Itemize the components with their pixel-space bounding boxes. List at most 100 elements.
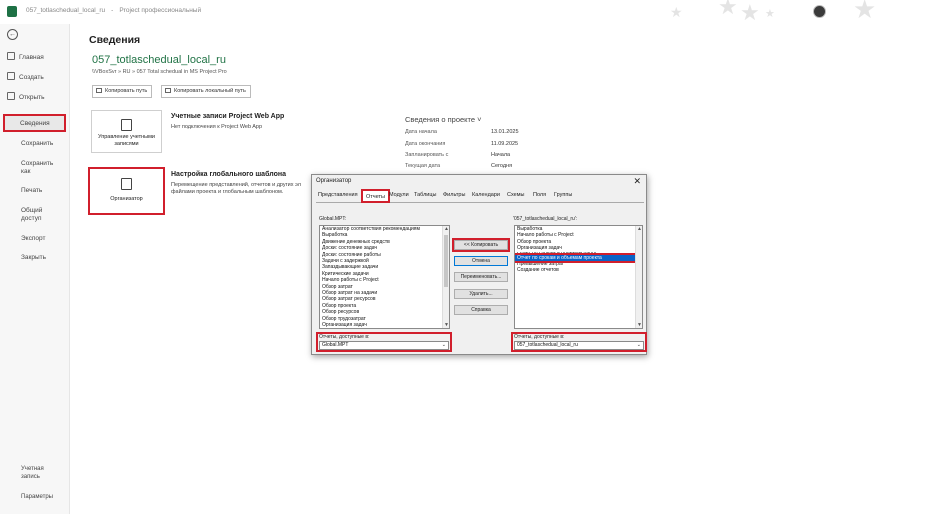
sidebar-item-close[interactable]: Закрыть (21, 254, 46, 262)
project-info-title[interactable]: Сведения о проекте ˅ (405, 115, 482, 124)
organizer-label: Организатор (110, 196, 143, 202)
template-text: файлами проекта и глобальным шаблоном. (171, 189, 284, 195)
right-reports-list[interactable]: Выработка Начало работы с Project Обзор … (514, 225, 643, 329)
copy-button[interactable]: << Копировать (454, 240, 508, 250)
sidebar-item-label: Сохранить как (21, 160, 54, 175)
prop-value[interactable]: Начала (491, 152, 510, 158)
tab-views[interactable]: Представления (318, 192, 358, 198)
manage-accounts-label: Управление учетными записями (98, 134, 155, 147)
copy-icon (96, 88, 102, 93)
manage-accounts-tile[interactable]: Управление учетными записями (91, 110, 162, 153)
scroll-down-icon[interactable]: ▼ (444, 322, 449, 328)
dialog-tabs: Представления Отчеты Модули Таблицы Филь… (316, 189, 644, 203)
title-bar: 057_totlaschedual_local_ru - Project профе… (0, 0, 950, 25)
copy-path-button[interactable]: Копировать путь (92, 85, 153, 98)
prop-label: Запланировать с (405, 152, 449, 158)
template-title: Настройка глобального шаблона (171, 171, 286, 178)
sidebar-item-open[interactable]: Открыть (7, 92, 45, 102)
right-available-select[interactable]: 057_totlaschedual_local_ru ⌄ (514, 341, 644, 350)
decorative-stars: ★ ★ ★ ★ ★ ★ (640, 0, 890, 25)
sidebar-item-label: Экспорт (21, 235, 46, 242)
sidebar-item-home[interactable]: Главная (7, 52, 44, 62)
prop-value[interactable]: 13.01.2025 (491, 129, 519, 135)
sidebar-item-share[interactable]: Общий доступ (21, 207, 55, 223)
list-item[interactable]: Организация задач (320, 322, 449, 328)
scroll-up-icon[interactable]: ▲ (444, 226, 449, 232)
avatar[interactable] (813, 5, 826, 18)
new-file-icon (7, 72, 15, 80)
star-icon: ★ (718, 0, 738, 19)
star-icon: ★ (670, 4, 683, 20)
organizer-icon (121, 178, 132, 190)
title-filename: 057_totlaschedual_local_ru (26, 7, 106, 14)
copy-path-label: Копировать путь (105, 88, 148, 94)
left-available-value: Global.MPT (322, 342, 349, 348)
organizer-tile[interactable]: Организатор (88, 167, 165, 215)
cancel-button[interactable]: Отмена (454, 256, 508, 266)
chevron-down-icon: ⌄ (441, 342, 446, 348)
left-reports-list[interactable]: Анализатор соответствия рекомендациям Вы… (319, 225, 450, 329)
list-item[interactable]: Создание отчетов (515, 267, 642, 273)
file-name: 057_totlaschedual_local_ru (92, 54, 226, 66)
right-available-label: Отчеты, доступные в: (514, 334, 565, 340)
copy-icon (165, 88, 171, 93)
prop-label: Дата начала (405, 129, 437, 135)
left-available-label: Отчеты, доступные в: (319, 334, 370, 340)
tab-filters[interactable]: Фильтры (443, 192, 465, 198)
sidebar-item-label: Общий доступ (21, 207, 43, 222)
sidebar-item-label: Сохранить (21, 140, 54, 147)
sidebar-item-label: Учетная запись (21, 466, 44, 480)
sidebar-item-new[interactable]: Создать (7, 72, 44, 82)
window-title: 057_totlaschedual_local_ru - Project профе… (23, 7, 204, 14)
sidebar-item-label: Главная (19, 54, 44, 61)
right-list-label: '057_totlaschedual_local_ru': (513, 216, 578, 222)
copy-local-path-label: Копировать локальный путь (174, 88, 246, 94)
sidebar-item-account[interactable]: Учетная запись (21, 465, 61, 481)
star-icon: ★ (765, 8, 775, 20)
title-separator: - (111, 7, 114, 14)
sidebar-item-print[interactable]: Печать (21, 187, 42, 195)
sidebar-item-label: Открыть (19, 94, 45, 101)
chevron-down-icon: ⌄ (636, 342, 641, 348)
home-icon (7, 52, 15, 60)
title-app-name: Project профессиональный (119, 7, 202, 14)
tab-groups[interactable]: Группы (554, 192, 572, 198)
help-button[interactable]: Справка (454, 305, 508, 315)
account-icon (121, 119, 132, 131)
sidebar-item-label: Сведения (20, 120, 50, 127)
sidebar-item-save[interactable]: Сохранить (21, 140, 53, 148)
tab-tables[interactable]: Таблицы (414, 192, 436, 198)
tab-modules[interactable]: Модули (389, 192, 409, 198)
scroll-thumb[interactable] (444, 235, 448, 287)
file-path: \\VBoxSvr » RU » 057 Total schedual in M… (92, 69, 227, 75)
tab-calendars[interactable]: Календари (472, 192, 500, 198)
star-icon: ★ (740, 0, 760, 25)
prop-value[interactable]: 11.09.2025 (491, 141, 518, 147)
prop-value[interactable]: Сегодня (491, 163, 512, 169)
tab-schemes[interactable]: Схемы (507, 192, 524, 198)
scrollbar[interactable]: ▲ ▼ (442, 226, 449, 328)
sidebar-item-options[interactable]: Параметры (21, 493, 53, 501)
organizer-dialog: Организатор ✕ Представления Отчеты Модул… (311, 174, 647, 355)
close-icon[interactable]: ✕ (633, 176, 641, 187)
sidebar-item-save-as[interactable]: Сохранить как (21, 160, 61, 176)
sidebar-item-info[interactable]: Сведения (3, 114, 66, 132)
scroll-up-icon[interactable]: ▲ (637, 226, 642, 232)
left-available-select[interactable]: Global.MPT ⌄ (319, 341, 449, 350)
copy-local-path-button[interactable]: Копировать локальный путь (161, 85, 251, 98)
delete-button[interactable]: Удалить... (454, 289, 508, 299)
sidebar-item-label: Создать (19, 74, 44, 81)
rename-button[interactable]: Переименовать... (454, 272, 508, 282)
dialog-title: Организатор (316, 178, 352, 184)
back-arrow-icon[interactable]: ← (7, 29, 18, 40)
sidebar-item-export[interactable]: Экспорт (21, 235, 45, 243)
pwa-text: Нет подключения к Project Web App (171, 124, 263, 130)
right-available-value: 057_totlaschedual_local_ru (517, 342, 578, 348)
tab-reports[interactable]: Отчеты (361, 189, 391, 203)
sidebar-item-label: Печать (21, 187, 43, 194)
folder-open-icon (7, 92, 15, 100)
scrollbar[interactable]: ▲ ▼ (635, 226, 642, 328)
scroll-down-icon[interactable]: ▼ (637, 322, 642, 328)
template-text: Перемещение представлений, отчетов и дру… (171, 182, 301, 188)
tab-fields[interactable]: Поля (533, 192, 546, 198)
